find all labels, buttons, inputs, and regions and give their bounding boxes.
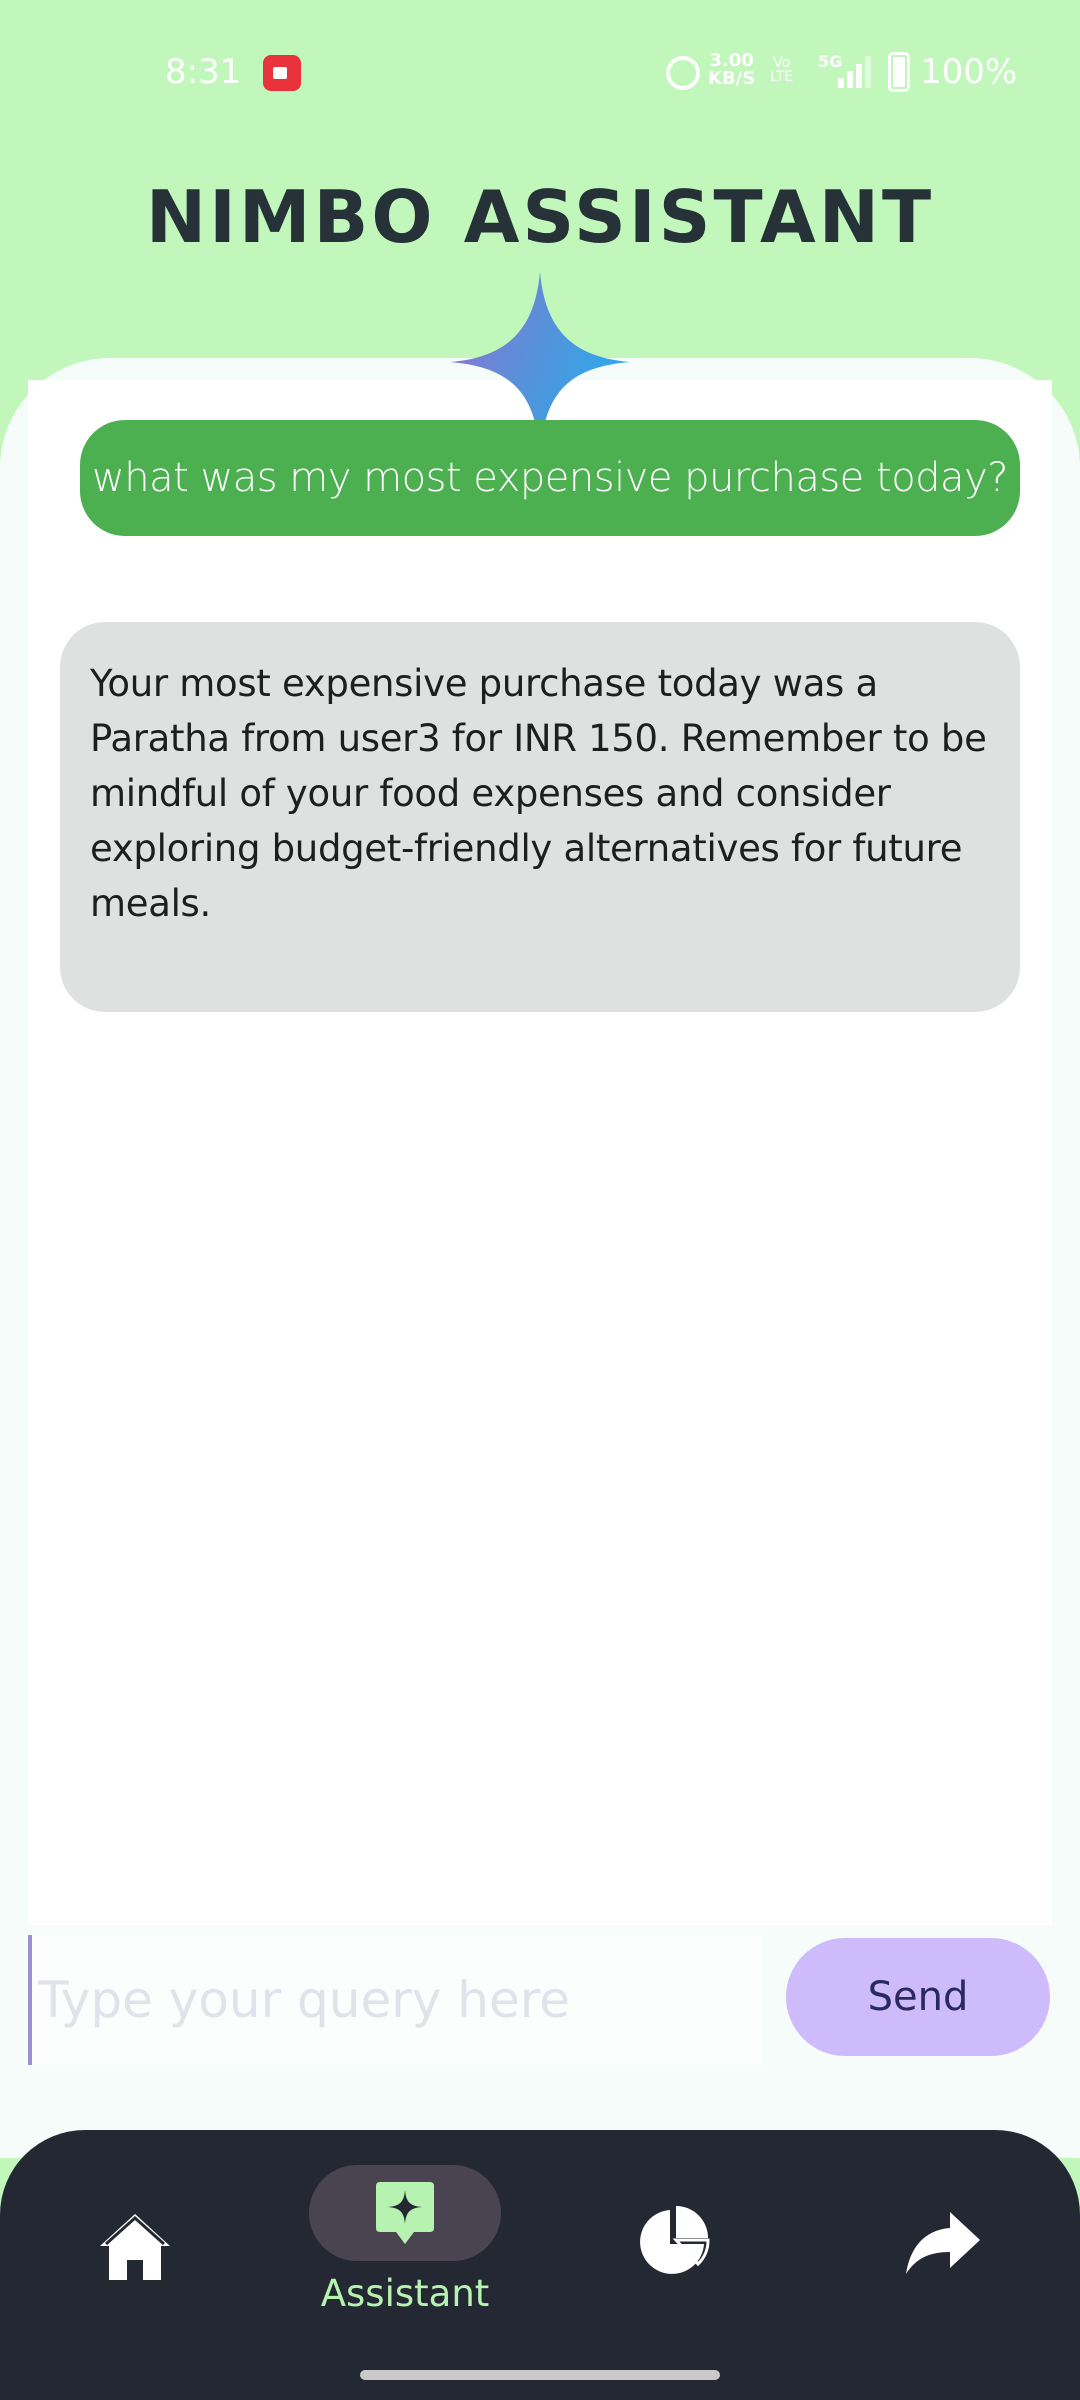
home-icon[interactable] [98, 2210, 172, 2284]
user-message-bubble: what was my most expensive purchase toda… [80, 420, 1020, 536]
status-bar: 8:31 3.00 KB/S Vo LTE 5G 100% [0, 0, 1080, 145]
pie-chart-icon[interactable] [636, 2204, 710, 2278]
volte-bottom: LTE [770, 69, 794, 85]
bottom-nav: Assistant [0, 2130, 1080, 2400]
signal-icon [838, 56, 871, 88]
assistant-message-text: Your most expensive purchase today was a… [90, 662, 987, 925]
alarm-icon [666, 56, 700, 90]
network-speed-unit: KB/S [708, 68, 756, 89]
gesture-navigation-bar[interactable] [360, 2370, 720, 2380]
assistant-sparkle-icon[interactable] [376, 2182, 434, 2244]
send-button[interactable]: Send [786, 1938, 1050, 2056]
assistant-message-bubble: Your most expensive purchase today was a… [60, 622, 1020, 1012]
battery-icon [888, 52, 910, 92]
user-message-text: what was my most expensive purchase toda… [92, 455, 1008, 501]
chat-area[interactable] [28, 380, 1052, 1925]
nav-assistant-label[interactable]: Assistant [300, 2272, 510, 2315]
battery-percentage: 100% [920, 52, 1018, 92]
status-time: 8:31 [165, 52, 242, 92]
network-speed: 3.00 KB/S [708, 52, 755, 88]
screen-record-icon [263, 55, 301, 91]
query-input-container [28, 1935, 763, 2065]
page-title: NIMBO ASSISTANT [145, 175, 935, 259]
share-arrow-icon[interactable] [906, 2212, 980, 2276]
volte-indicator: Vo LTE [770, 56, 793, 84]
query-input[interactable] [28, 1935, 763, 2065]
